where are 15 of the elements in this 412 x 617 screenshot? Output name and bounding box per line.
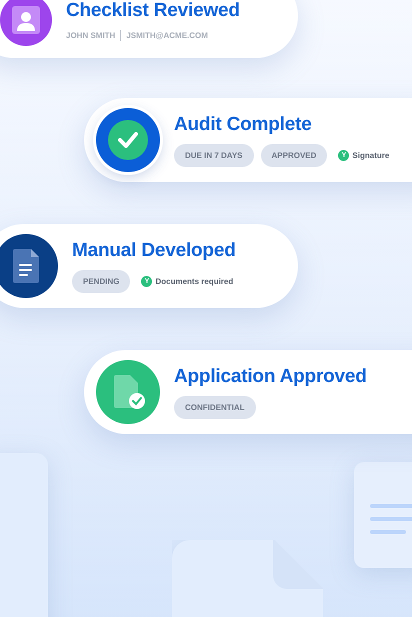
status-tag: PENDING xyxy=(72,270,130,292)
meta-text: JSMITH@ACME.COM xyxy=(126,30,208,40)
status-tag: CONFIDENTIAL xyxy=(174,396,256,418)
card-title: Audit Complete xyxy=(174,114,313,136)
document-icon xyxy=(13,249,39,283)
card-title: Manual Developed xyxy=(72,240,236,262)
status-tag: APPROVED xyxy=(260,144,328,166)
checkmark-icon xyxy=(108,120,148,160)
note-text: Signature xyxy=(352,150,390,160)
note-text: Documents required xyxy=(155,276,234,286)
meta-text: JOHN SMITH xyxy=(66,30,116,40)
card-title: Application Approved xyxy=(174,366,367,388)
person-icon xyxy=(11,5,41,35)
status-tag: DUE IN 7 DAYS xyxy=(174,144,254,166)
card-title: Checklist Reviewed xyxy=(66,0,240,22)
